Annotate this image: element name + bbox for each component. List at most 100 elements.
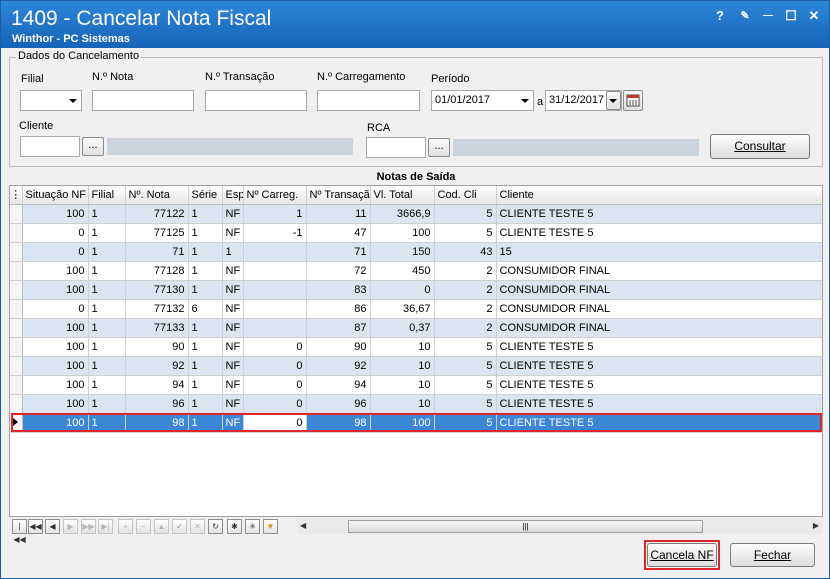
rca-code-input[interactable] [366, 137, 426, 158]
table-cell[interactable]: 10 [370, 337, 435, 357]
nav-cancel-button[interactable]: ✕ [190, 519, 205, 534]
table-cell[interactable]: 90 [306, 337, 371, 357]
table-cell[interactable]: CLIENTE TESTE 5 [496, 375, 822, 395]
table-cell[interactable]: CLIENTE TESTE 5 [496, 356, 822, 376]
table-row[interactable]: 100 1 92 1 NF 0 92 10 5 CLIENTE TESTE 5 [10, 356, 822, 376]
column-header[interactable]: Nº Carreg. [243, 186, 307, 205]
table-cell[interactable] [243, 318, 307, 338]
table-cell[interactable]: 5 [434, 337, 497, 357]
column-header[interactable]: Esp [222, 186, 244, 205]
row-indicator[interactable] [10, 413, 23, 433]
table-cell[interactable]: CONSUMIDOR FINAL [496, 280, 822, 300]
nav-refresh-button[interactable]: ↻ [208, 519, 223, 534]
maximize-icon[interactable]: ☐ [782, 8, 800, 24]
horizontal-scrollbar[interactable]: ◀ ||| ▶ [298, 519, 823, 534]
table-row[interactable]: 100 1 94 1 NF 0 94 10 5 CLIENTE TESTE 5 [10, 375, 822, 395]
table-cell[interactable]: 1 [188, 242, 223, 262]
table-cell[interactable]: 1 [188, 356, 223, 376]
table-cell[interactable]: 10 [370, 356, 435, 376]
table-cell[interactable]: 5 [434, 223, 497, 243]
table-cell[interactable] [243, 299, 307, 319]
table-cell[interactable]: 2 [434, 261, 497, 281]
table-cell[interactable]: 5 [434, 204, 497, 224]
table-cell[interactable]: 77130 [125, 280, 189, 300]
table-cell[interactable]: 43 [434, 242, 497, 262]
row-indicator[interactable] [10, 280, 23, 300]
table-cell[interactable]: 92 [306, 356, 371, 376]
table-cell[interactable]: 77128 [125, 261, 189, 281]
table-cell[interactable]: 86 [306, 299, 371, 319]
table-row[interactable]: 100 1 77130 1 NF 83 0 2 CONSUMIDOR FINAL [10, 280, 822, 300]
column-chooser-icon[interactable]: ⋮ [10, 186, 23, 205]
table-cell[interactable]: NF [222, 280, 244, 300]
table-cell[interactable]: 100 [22, 356, 89, 376]
table-row[interactable]: 100 1 77133 1 NF 87 0,37 2 CONSUMIDOR FINAL [10, 318, 822, 338]
table-row[interactable]: 100 1 96 1 NF 0 96 10 5 CLIENTE TESTE 5 [10, 394, 822, 414]
table-row[interactable]: 100 1 98 1 NF 0 98 100 5 CLIENTE TESTE 5 [10, 413, 822, 433]
table-row[interactable]: 100 1 90 1 NF 0 90 10 5 CLIENTE TESTE 5 [10, 337, 822, 357]
table-cell[interactable]: NF [222, 223, 244, 243]
table-cell[interactable]: 100 [22, 413, 89, 433]
table-cell[interactable]: 71 [125, 242, 189, 262]
table-cell[interactable]: 1 [243, 204, 307, 224]
table-cell[interactable]: 96 [306, 394, 371, 414]
table-cell[interactable]: 100 [22, 204, 89, 224]
row-indicator[interactable] [10, 299, 23, 319]
table-cell[interactable]: 0 [243, 394, 307, 414]
consultar-button[interactable]: Consultar [710, 134, 810, 159]
table-cell[interactable]: 1 [88, 318, 126, 338]
table-cell[interactable]: 90 [125, 337, 189, 357]
table-cell[interactable]: 0 [243, 337, 307, 357]
table-cell[interactable]: CONSUMIDOR FINAL [496, 299, 822, 319]
table-cell[interactable]: 1 [188, 375, 223, 395]
column-header[interactable]: Filial [88, 186, 126, 205]
table-row[interactable]: 100 1 77128 1 NF 72 450 2 CONSUMIDOR FINAL [10, 261, 822, 281]
close-icon[interactable]: ✕ [805, 8, 823, 24]
table-cell[interactable]: 1 [88, 261, 126, 281]
carregamento-input[interactable] [317, 90, 420, 111]
column-header[interactable]: Nº Transação [306, 186, 371, 205]
table-cell[interactable]: 6 [188, 299, 223, 319]
table-cell[interactable]: 2 [434, 318, 497, 338]
scroll-right-icon[interactable]: ▶ [813, 521, 819, 530]
table-cell[interactable]: 0 [243, 375, 307, 395]
edit-icon[interactable]: ✎ [736, 8, 754, 24]
table-cell[interactable]: 36,67 [370, 299, 435, 319]
nav-prev-page-button[interactable]: ◀◀ [28, 519, 43, 534]
table-cell[interactable]: 100 [22, 261, 89, 281]
nav-goto-bookmark-button[interactable]: ✳ [245, 519, 260, 534]
calendar-button[interactable] [623, 90, 643, 111]
table-cell[interactable]: 77122 [125, 204, 189, 224]
nav-last-button[interactable]: ▶| [98, 519, 113, 534]
table-cell[interactable]: 0,37 [370, 318, 435, 338]
table-cell[interactable]: 71 [306, 242, 371, 262]
table-cell[interactable]: 77125 [125, 223, 189, 243]
nav-prev-button[interactable]: ◀ [45, 519, 60, 534]
table-cell[interactable]: 100 [370, 413, 435, 433]
table-cell[interactable]: 94 [306, 375, 371, 395]
table-cell[interactable]: NF [222, 337, 244, 357]
table-cell[interactable]: NF [222, 394, 244, 414]
table-cell[interactable]: 0 [243, 356, 307, 376]
column-header[interactable]: Cod. Cli [434, 186, 497, 205]
table-cell[interactable]: 1 [88, 223, 126, 243]
table-cell[interactable]: CLIENTE TESTE 5 [496, 223, 822, 243]
row-indicator[interactable] [10, 337, 23, 357]
nav-filter-button[interactable]: ▼ [263, 519, 278, 534]
table-cell[interactable]: 1 [188, 337, 223, 357]
help-icon[interactable]: ? [711, 8, 729, 24]
nav-post-button[interactable]: ✔ [172, 519, 187, 534]
table-cell[interactable]: 100 [22, 394, 89, 414]
table-cell[interactable]: 100 [22, 375, 89, 395]
scrollbar-thumb[interactable]: ||| [348, 520, 703, 533]
table-cell[interactable]: 1 [88, 375, 126, 395]
table-cell[interactable]: 5 [434, 394, 497, 414]
table-cell[interactable]: CLIENTE TESTE 5 [496, 413, 822, 433]
table-cell[interactable]: 100 [370, 223, 435, 243]
table-cell[interactable]: 100 [22, 318, 89, 338]
table-cell[interactable]: 0 [22, 242, 89, 262]
table-cell[interactable]: 83 [306, 280, 371, 300]
row-indicator[interactable] [10, 318, 23, 338]
table-row[interactable]: 100 1 77122 1 NF 1 11 3666,9 5 CLIENTE TESTE 5 [10, 204, 822, 224]
table-cell[interactable]: 0 [22, 223, 89, 243]
